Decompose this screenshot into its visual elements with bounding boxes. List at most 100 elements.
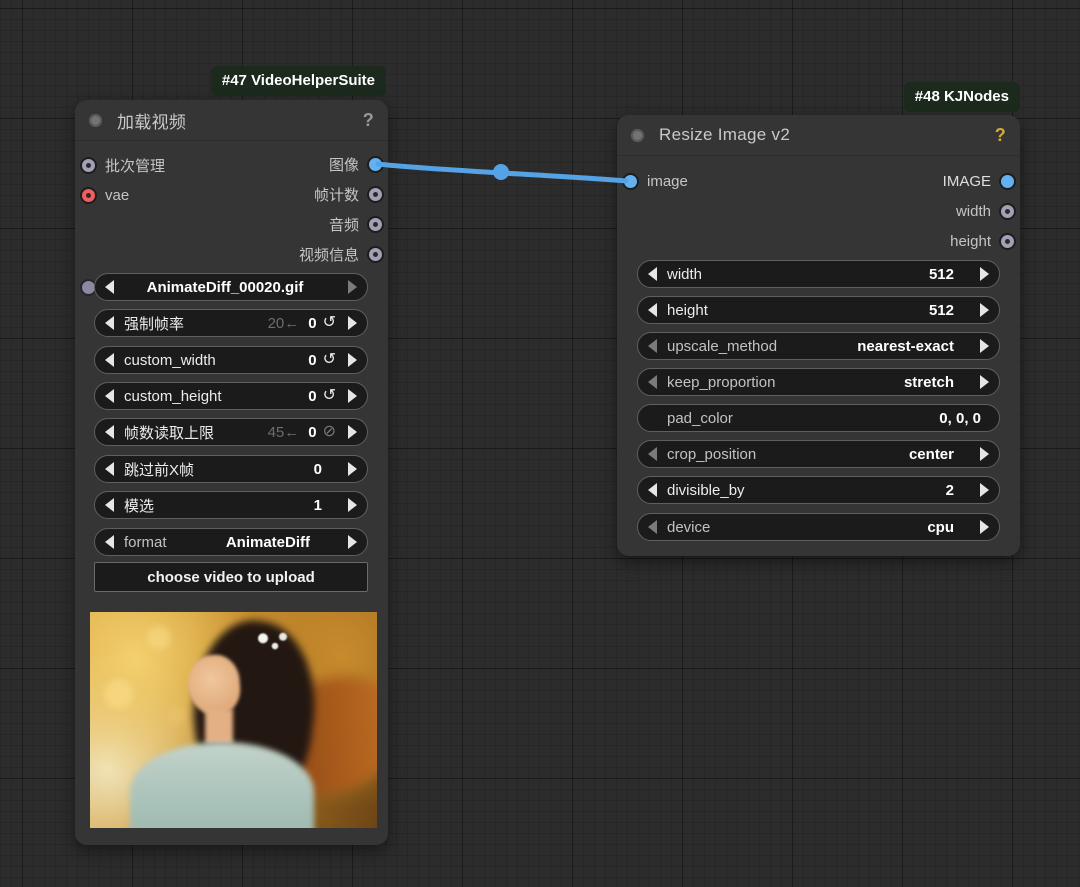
decrement-arrow-icon[interactable]: [648, 483, 657, 497]
input-slot-label: image: [647, 172, 688, 190]
input-slot-label: 批次管理: [105, 157, 166, 175]
node-48-badge: #48 KJNodes: [903, 82, 1020, 112]
link-image-wire[interactable]: [375, 161, 629, 184]
output-slot-label: 视频信息: [298, 246, 359, 264]
decrement-arrow-icon[interactable]: [105, 316, 114, 330]
link-midpoint-dot[interactable]: [493, 164, 509, 180]
reset-icon[interactable]: ↺: [323, 315, 336, 331]
input-dot-icon[interactable]: [82, 158, 95, 172]
widget-device[interactable]: device cpu: [637, 513, 1000, 541]
next-arrow-icon[interactable]: [348, 535, 357, 549]
node-load-video[interactable]: 加载视频 ? 批次管理 vae 图像 帧计数 音频 视频信息 AnimateDi…: [75, 100, 388, 845]
output-dot-icon[interactable]: [1001, 204, 1014, 218]
next-arrow-icon[interactable]: [348, 280, 357, 294]
prev-arrow-icon[interactable]: [105, 535, 114, 549]
choose-video-upload-button[interactable]: choose video to upload: [94, 562, 368, 592]
output-dot-icon[interactable]: [369, 157, 382, 171]
node-47-badge: #47 VideoHelperSuite: [210, 66, 386, 96]
widget-frame-load-cap[interactable]: 帧数读取上限 45← 0 ⊘: [94, 418, 368, 446]
widget-force-rate[interactable]: 强制帧率 20← 0 ↺: [94, 309, 368, 337]
widget-value: AnimateDiff_00020.gif: [146, 278, 304, 296]
widget-crop-position[interactable]: crop_position center: [637, 440, 1000, 468]
help-icon[interactable]: ?: [995, 125, 1006, 146]
output-slot-audio[interactable]: 音频: [329, 214, 382, 234]
next-arrow-icon[interactable]: [980, 520, 989, 534]
increment-arrow-icon[interactable]: [348, 425, 357, 439]
preview-neck: [204, 709, 234, 744]
widget-ghost-value: 20←: [267, 314, 300, 332]
widget-video-file-combo[interactable]: AnimateDiff_00020.gif: [94, 273, 368, 301]
output-slot-height[interactable]: height: [950, 231, 1014, 251]
widget-width[interactable]: width 512: [637, 260, 1000, 288]
output-slot-width[interactable]: width: [956, 201, 1014, 221]
widget-custom-width[interactable]: custom_width 0 ↺: [94, 346, 368, 374]
output-slot-label: 图像: [328, 156, 359, 174]
widget-value: 0, 0, 0: [939, 409, 981, 427]
node-graph-canvas[interactable]: #47 VideoHelperSuite #48 KJNodes 加载视频 ? …: [0, 0, 1080, 887]
decrement-arrow-icon[interactable]: [105, 425, 114, 439]
output-dot-icon[interactable]: [369, 187, 382, 201]
widget-select-every-nth[interactable]: 模选 1: [94, 491, 368, 519]
widget-ghost-value: 45←: [267, 423, 300, 441]
input-dot-icon[interactable]: [624, 174, 637, 188]
output-dot-icon[interactable]: [1001, 234, 1014, 248]
node-load-video-titlebar[interactable]: 加载视频 ?: [75, 100, 388, 141]
increment-arrow-icon[interactable]: [348, 462, 357, 476]
widget-label: 帧数读取上限: [124, 424, 215, 442]
widget-pad-color[interactable]: pad_color 0, 0, 0: [637, 404, 1000, 432]
widget-value: 0: [313, 460, 322, 478]
prev-arrow-icon[interactable]: [648, 520, 657, 534]
output-dot-icon[interactable]: [1001, 174, 1014, 188]
node-resize-image-v2[interactable]: Resize Image v2 ? image IMAGE width heig…: [617, 115, 1020, 556]
widget-upscale-method[interactable]: upscale_method nearest-exact: [637, 332, 1000, 360]
output-slot-label: height: [950, 232, 991, 250]
widget-keep-proportion[interactable]: keep_proportion stretch: [637, 368, 1000, 396]
output-slot-video-info[interactable]: 视频信息: [299, 244, 382, 264]
decrement-arrow-icon[interactable]: [648, 303, 657, 317]
input-slot-image[interactable]: image: [624, 171, 688, 191]
widget-height[interactable]: height 512: [637, 296, 1000, 324]
decrement-arrow-icon[interactable]: [105, 389, 114, 403]
output-slot-frame-count[interactable]: 帧计数: [314, 184, 382, 204]
next-arrow-icon[interactable]: [980, 339, 989, 353]
increment-arrow-icon[interactable]: [348, 353, 357, 367]
increment-arrow-icon[interactable]: [980, 267, 989, 281]
input-slot-vae[interactable]: vae: [82, 185, 129, 205]
prev-arrow-icon[interactable]: [648, 447, 657, 461]
widget-divisible-by[interactable]: divisible_by 2: [637, 476, 1000, 504]
output-slot-image[interactable]: IMAGE: [943, 171, 1014, 191]
output-dot-icon[interactable]: [369, 217, 382, 231]
increment-arrow-icon[interactable]: [348, 498, 357, 512]
increment-arrow-icon[interactable]: [980, 483, 989, 497]
increment-arrow-icon[interactable]: [348, 389, 357, 403]
next-arrow-icon[interactable]: [980, 447, 989, 461]
widget-custom-height[interactable]: custom_height 0 ↺: [94, 382, 368, 410]
reset-icon[interactable]: ↺: [323, 352, 336, 368]
input-dot-icon[interactable]: [82, 188, 95, 202]
decrement-arrow-icon[interactable]: [105, 498, 114, 512]
node-resize-titlebar[interactable]: Resize Image v2 ?: [617, 115, 1020, 156]
widget-value: 0: [308, 351, 317, 369]
output-dot-icon[interactable]: [369, 247, 382, 261]
decrement-arrow-icon[interactable]: [105, 353, 114, 367]
prev-arrow-icon[interactable]: [105, 280, 114, 294]
widget-format-combo[interactable]: format AnimateDiff: [94, 528, 368, 556]
decrement-arrow-icon[interactable]: [105, 462, 114, 476]
help-icon[interactable]: ?: [363, 110, 374, 131]
decrement-arrow-icon[interactable]: [648, 267, 657, 281]
next-arrow-icon[interactable]: [980, 375, 989, 389]
widget-label: height: [667, 301, 708, 319]
output-slot-image[interactable]: 图像: [329, 154, 382, 174]
collapse-dot-icon[interactable]: [89, 113, 102, 127]
reset-icon[interactable]: ↺: [323, 388, 336, 404]
widget-value: nearest-exact: [857, 337, 954, 355]
prev-arrow-icon[interactable]: [648, 339, 657, 353]
collapse-dot-icon[interactable]: [631, 128, 644, 142]
input-slot-batch[interactable]: 批次管理: [82, 155, 165, 175]
increment-arrow-icon[interactable]: [348, 316, 357, 330]
prev-arrow-icon[interactable]: [648, 375, 657, 389]
preview-hair-ornament: [250, 629, 291, 660]
no-limit-icon[interactable]: ⊘: [323, 424, 336, 440]
widget-skip-first-frames[interactable]: 跳过前X帧 0: [94, 455, 368, 483]
increment-arrow-icon[interactable]: [980, 303, 989, 317]
